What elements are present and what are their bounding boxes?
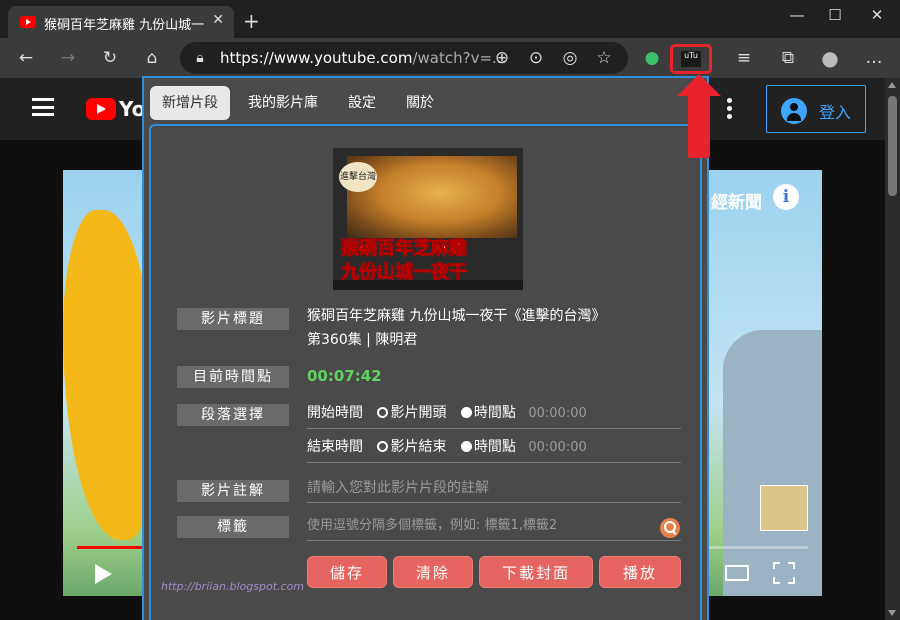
maximize-button[interactable]: ☐ <box>820 6 850 24</box>
video-title-line2: 第360集 | 陳明君 <box>307 332 418 348</box>
play-button[interactable]: 播放 <box>599 556 681 588</box>
tab-add-segment[interactable]: 新增片段 <box>150 86 230 120</box>
fullscreen-icon[interactable] <box>773 562 795 584</box>
tab-close-icon[interactable]: ✕ <box>212 12 224 28</box>
browser-toolbar: ← → ↻ ⌂ 🔒︎ https://www.youtube.com/watch… <box>0 38 900 78</box>
radio-start-begin[interactable] <box>377 407 389 418</box>
more-menu-icon[interactable]: … <box>862 46 886 70</box>
tag-search-icon[interactable] <box>660 518 680 538</box>
add-segment-panel: 進擊台灣 猴硐百年芝麻雞 九份山城一夜干 影片標題 猴硐百年芝麻雞 九份山城一夜… <box>149 124 702 620</box>
play-icon[interactable] <box>95 564 112 584</box>
start-opt2-label: 時間點 <box>473 405 516 421</box>
page-scrollbar[interactable] <box>885 78 900 620</box>
tab-about[interactable]: 關於 <box>394 86 446 120</box>
collections-icon[interactable]: ⧉ <box>776 46 800 70</box>
start-time-label: 開始時間 <box>307 405 363 421</box>
annotation-arrow-shaft <box>688 92 710 158</box>
radio-end-video[interactable] <box>377 441 389 452</box>
start-opt1-label: 影片開頭 <box>390 405 447 421</box>
download-cover-button[interactable]: 下載封面 <box>479 556 593 588</box>
address-bar[interactable]: 🔒︎ https://www.youtube.com/watch?v=... ⊕… <box>180 42 628 74</box>
note-row-divider <box>307 502 681 503</box>
cover-title-line1: 猴硐百年芝麻雞 <box>341 238 468 260</box>
minimize-button[interactable]: — <box>782 6 812 24</box>
scroll-thumb[interactable] <box>888 96 897 196</box>
youtube-logo-icon[interactable] <box>86 98 116 120</box>
video-title-line1: 猴硐百年芝麻雞 九份山城一夜干《進擊的台灣》 <box>307 308 606 324</box>
cover-bottom-bar <box>333 280 523 290</box>
youtube-favicon-icon <box>20 16 36 28</box>
extension-popup: 新增片段 我的影片庫 設定 關於 進擊台灣 猴硐百年芝麻雞 九份山城一夜干 影片… <box>142 76 709 620</box>
scroll-up-icon[interactable] <box>888 82 896 88</box>
video-caption: 經新聞 <box>711 193 762 213</box>
theater-mode-icon[interactable] <box>725 565 749 581</box>
browser-tab[interactable]: 猴硐百年芝麻雞 九份山城一夜干 ✕ <box>8 6 234 38</box>
profile-icon[interactable]: ● <box>818 46 842 70</box>
end-option-timepoint[interactable]: 時間點 <box>460 439 516 455</box>
start-option-video-begin[interactable]: 影片開頭 <box>377 405 446 421</box>
refresh-icon[interactable]: ↻ <box>98 46 122 70</box>
playlist-icon[interactable]: ≡ <box>732 46 756 70</box>
new-tab-button[interactable]: + <box>243 9 260 33</box>
end-time-row: 結束時間 影片結束 時間點 00:00:00 <box>307 435 587 460</box>
end-time-label: 結束時間 <box>307 439 363 455</box>
zoom-icon[interactable]: ⊙ <box>524 46 548 70</box>
end-opt1-label: 影片結束 <box>390 439 447 455</box>
title-bar: 猴硐百年芝麻雞 九份山城一夜干 ✕ + — ☐ ✕ <box>0 0 900 38</box>
tab-my-library[interactable]: 我的影片庫 <box>236 86 330 120</box>
account-icon <box>781 98 807 124</box>
segment-label: 段落選擇 <box>177 404 289 426</box>
site-watermark: http://briian.blogspot.com <box>161 580 305 593</box>
start-time-row: 開始時間 影片開頭 時間點 00:00:00 <box>307 401 587 426</box>
video-map-graphic <box>63 210 153 540</box>
save-button[interactable]: 儲存 <box>307 556 387 588</box>
end-opt2-label: 時間點 <box>473 439 516 455</box>
add-icon[interactable]: ⊕ <box>490 46 514 70</box>
signin-button[interactable]: 登入 <box>766 85 866 133</box>
signin-label: 登入 <box>819 103 852 122</box>
channel-watermark[interactable] <box>760 485 808 531</box>
close-window-button[interactable]: ✕ <box>862 6 892 24</box>
note-input[interactable]: 請輸入您對此影片片段的註解 <box>307 476 489 500</box>
utu-extension-button[interactable]: uTu <box>670 44 712 74</box>
current-time-label: 目前時間點 <box>177 366 289 388</box>
note-label: 影片註解 <box>177 480 289 502</box>
title-label: 影片標題 <box>177 308 289 330</box>
radio-start-timepoint[interactable] <box>460 407 472 418</box>
tab-settings[interactable]: 設定 <box>336 86 388 120</box>
tracking-prevention-icon[interactable]: ◎ <box>558 46 582 70</box>
home-icon[interactable]: ⌂ <box>140 46 164 70</box>
favorite-add-icon[interactable]: ☆ <box>592 46 616 70</box>
cover-show-logo: 進擊台灣 <box>339 162 377 192</box>
tags-label: 標籤 <box>177 516 289 538</box>
start-row-divider <box>307 428 681 429</box>
start-time-input[interactable]: 00:00:00 <box>528 406 586 421</box>
clear-button[interactable]: 清除 <box>393 556 473 588</box>
extension-globe-icon[interactable]: ● <box>640 46 664 70</box>
end-time-input[interactable]: 00:00:00 <box>528 440 586 455</box>
forward-icon[interactable]: → <box>56 46 80 70</box>
url-main: https://www.youtube.com <box>220 49 413 67</box>
lock-icon[interactable]: 🔒︎ <box>188 46 212 70</box>
tags-input[interactable]: 使用逗號分隔多個標籤，例如: 標籤1,標籤2 <box>307 514 557 538</box>
video-cover-image: 進擊台灣 猴硐百年芝麻雞 九份山城一夜干 <box>333 148 523 290</box>
tab-title: 猴硐百年芝麻雞 九份山城一夜干 <box>44 18 204 33</box>
current-time-value: 00:07:42 <box>307 367 382 385</box>
end-row-divider <box>307 462 681 463</box>
radio-end-timepoint[interactable] <box>460 441 472 452</box>
video-presenter <box>723 330 822 596</box>
info-icon[interactable]: i <box>773 184 799 210</box>
end-option-video-end[interactable]: 影片結束 <box>377 439 446 455</box>
menu-icon[interactable] <box>32 98 54 116</box>
tags-row-divider <box>307 540 681 541</box>
url-text: https://www.youtube.com/watch?v=... <box>220 49 506 67</box>
start-option-timepoint[interactable]: 時間點 <box>460 405 516 421</box>
settings-dots-icon[interactable] <box>727 98 733 122</box>
back-icon[interactable]: ← <box>14 46 38 70</box>
utu-extension-icon: uTu <box>681 51 701 67</box>
scroll-down-icon[interactable] <box>888 610 896 616</box>
